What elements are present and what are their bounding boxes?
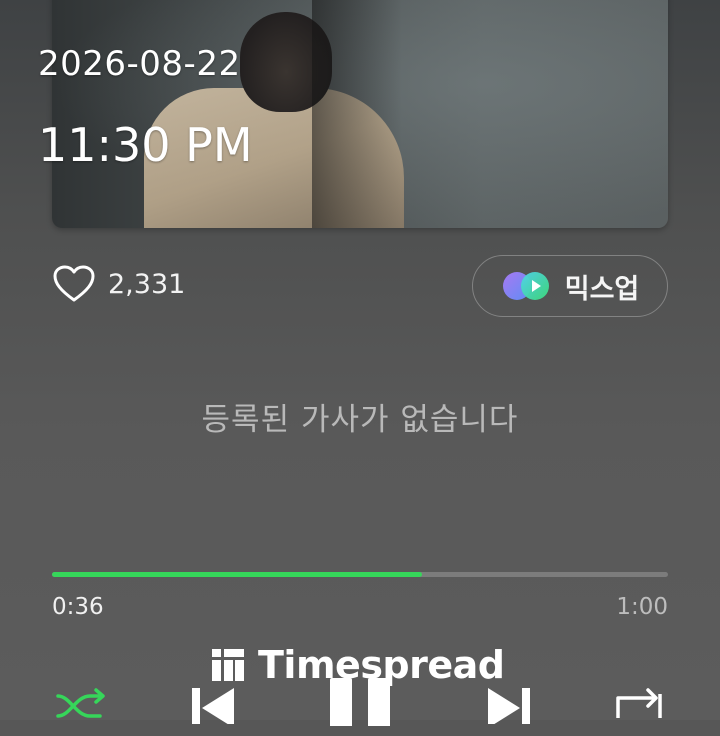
- previous-icon[interactable]: [190, 684, 238, 724]
- mixup-icon: [502, 272, 549, 300]
- progress-bar[interactable]: [52, 572, 668, 577]
- overlay-time: 11:30 PM: [38, 118, 253, 172]
- playback-controls: [0, 676, 720, 736]
- lyrics-empty-message: 등록된 가사가 없습니다: [201, 402, 519, 438]
- album-art-shadow: [312, 0, 402, 228]
- shuffle-icon[interactable]: [56, 688, 106, 720]
- progress-fill: [52, 572, 422, 577]
- mixup-button[interactable]: 믹스업: [472, 255, 668, 317]
- repeat-icon[interactable]: [614, 686, 664, 720]
- pause-icon[interactable]: [328, 676, 394, 726]
- elapsed-time: 0:36: [52, 594, 104, 620]
- next-icon[interactable]: [484, 684, 532, 724]
- mixup-label: 믹스업: [564, 273, 640, 305]
- overlay-date: 2026-08-22: [38, 44, 241, 84]
- heart-icon: [53, 265, 95, 302]
- album-art[interactable]: [52, 0, 668, 228]
- total-duration: 1:00: [616, 594, 668, 620]
- like-count: 2,331: [108, 268, 186, 300]
- like-button[interactable]: 2,331: [52, 262, 185, 306]
